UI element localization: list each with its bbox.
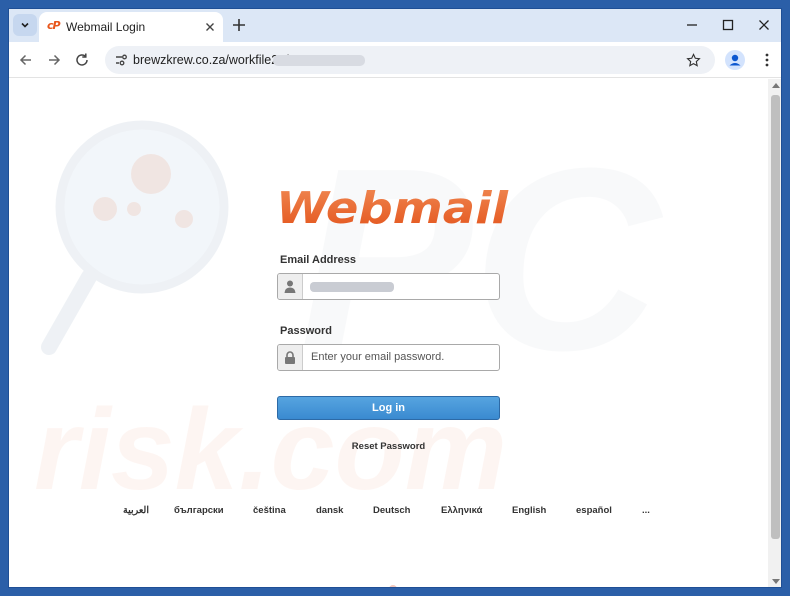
language-link-bulgarian[interactable]: български — [174, 505, 224, 516]
webmail-logo: Webmail — [276, 183, 509, 231]
tab-strip: cP Webmail Login — [9, 9, 781, 42]
page-decoration-dot — [389, 585, 397, 587]
page-scrollbar[interactable] — [768, 79, 781, 587]
maximize-icon[interactable] — [721, 18, 735, 32]
site-info-icon[interactable] — [114, 53, 128, 67]
scroll-up-arrow-icon[interactable] — [772, 83, 780, 88]
tab-title: Webmail Login — [66, 20, 146, 34]
email-field[interactable] — [277, 273, 500, 300]
profile-icon[interactable] — [725, 50, 745, 70]
url-redacted — [273, 55, 365, 66]
tab-webmail-login[interactable]: cP Webmail Login — [39, 12, 223, 42]
logo-text: Webmail — [276, 183, 509, 231]
language-link-danish[interactable]: dansk — [316, 505, 343, 516]
email-label: Email Address — [280, 254, 357, 266]
browser-window: cP Webmail Login brewzkrew.co.za/workfil… — [8, 8, 782, 588]
scrollbar-thumb[interactable] — [771, 95, 780, 539]
url-text: brewzkrew.co.za/workfile26/# — [133, 53, 296, 67]
login-button[interactable]: Log in — [277, 396, 500, 420]
browser-toolbar: brewzkrew.co.za/workfile26/# — [9, 42, 781, 78]
language-link-czech[interactable]: čeština — [253, 505, 286, 516]
forward-arrow-icon[interactable] — [45, 51, 63, 69]
plus-icon[interactable] — [231, 17, 247, 33]
language-link-arabic[interactable]: العربية — [123, 505, 149, 516]
lock-icon — [278, 345, 303, 370]
close-icon[interactable] — [203, 20, 217, 34]
scroll-down-arrow-icon[interactable] — [772, 579, 780, 584]
close-window-icon[interactable] — [757, 18, 771, 32]
bookmark-star-icon[interactable] — [686, 53, 701, 68]
language-link-greek[interactable]: Ελληνικά — [441, 505, 482, 516]
language-link-german[interactable]: Deutsch — [373, 505, 410, 516]
reset-password-link[interactable]: Reset Password — [277, 441, 500, 452]
language-link-english[interactable]: English — [512, 505, 546, 516]
password-label: Password — [280, 325, 332, 337]
password-input[interactable] — [311, 351, 491, 363]
language-link-spanish[interactable]: español — [576, 505, 612, 516]
more-languages-link[interactable]: ... — [642, 505, 650, 516]
reload-icon[interactable] — [73, 51, 91, 69]
tab-search-icon[interactable] — [13, 14, 37, 36]
minimize-icon[interactable] — [685, 18, 699, 32]
address-bar[interactable]: brewzkrew.co.za/workfile26/# — [105, 46, 715, 74]
back-arrow-icon[interactable] — [17, 51, 35, 69]
cpanel-favicon-icon: cP — [47, 19, 61, 32]
more-menu-icon[interactable] — [759, 52, 775, 68]
password-field[interactable] — [277, 344, 500, 371]
user-icon — [278, 274, 303, 299]
email-value-redacted — [310, 282, 394, 292]
page-content: PC risk.com Webmail Email Address Passwo… — [9, 79, 768, 587]
